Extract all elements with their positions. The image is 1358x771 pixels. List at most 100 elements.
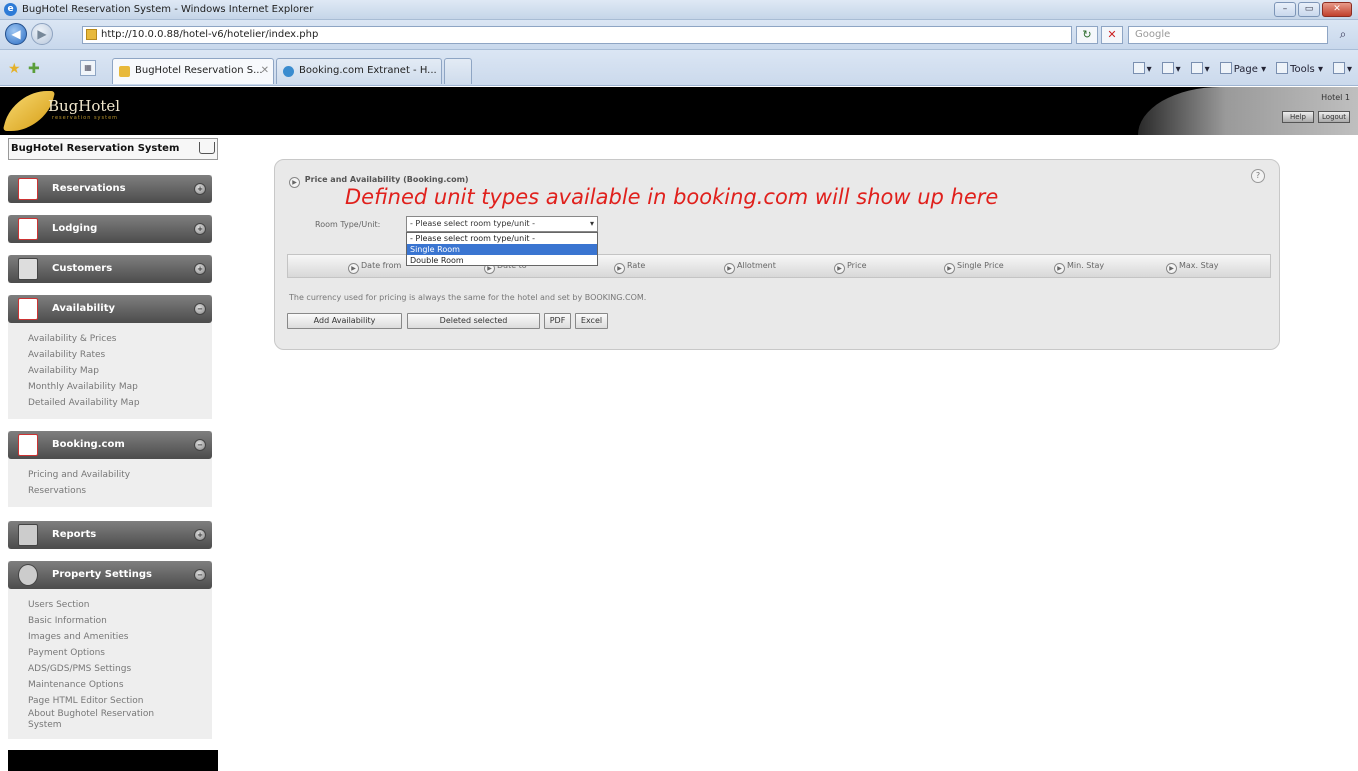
link-availability-prices[interactable]: Availability & Prices (28, 331, 212, 347)
minimize-button[interactable]: – (1274, 2, 1296, 17)
stop-button[interactable]: ✕ (1101, 26, 1123, 44)
url-text: http://10.0.0.88/hotel-v6/hotelier/index… (101, 29, 319, 40)
collapse-toggle-icon[interactable]: − (194, 303, 206, 315)
tab-booking-extranet[interactable]: Booking.com Extranet - H... (276, 58, 442, 84)
menu-label: Lodging (52, 223, 98, 234)
price-availability-panel: ▶ Price and Availability (Booking.com) ?… (274, 159, 1280, 350)
new-tab-button[interactable] (444, 58, 472, 84)
currency-note: The currency used for pricing is always … (289, 293, 647, 302)
menu-availability: Availability − Availability & Prices Ava… (8, 295, 212, 419)
availability-links: Availability & Prices Availability Rates… (8, 323, 212, 419)
forward-button[interactable]: ▶ (31, 23, 53, 45)
menu-head-reservations[interactable]: Reservations + (8, 175, 212, 203)
annotation-text: Defined unit types available in booking.… (345, 185, 999, 209)
link-monthly-availability-map[interactable]: Monthly Availability Map (28, 379, 212, 395)
lodging-icon (18, 218, 38, 240)
expand-toggle-icon[interactable]: + (194, 529, 206, 541)
link-maintenance-options[interactable]: Maintenance Options (28, 677, 212, 693)
room-type-label: Room Type/Unit: (315, 220, 381, 229)
back-button[interactable]: ◀ (5, 23, 27, 45)
tools-menu[interactable]: Tools ▾ (1276, 62, 1323, 75)
link-detailed-availability-map[interactable]: Detailed Availability Map (28, 395, 212, 411)
internet-explorer-icon: e (4, 3, 17, 16)
link-about[interactable]: About Bughotel Reservation System (28, 709, 178, 731)
window-title: BugHotel Reservation System - Windows In… (22, 4, 314, 15)
menu-head-availability[interactable]: Availability − (8, 295, 212, 323)
col-date-from[interactable]: ▶ Date from (348, 261, 401, 274)
pdf-button[interactable]: PDF (544, 313, 571, 329)
col-single-price[interactable]: ▶ Single Price (944, 261, 1004, 274)
bughotel-favicon-icon (119, 66, 130, 77)
expand-toggle-icon[interactable]: + (194, 263, 206, 275)
feeds-button[interactable]: ▾ (1161, 62, 1181, 75)
col-max-stay[interactable]: ▶ Max. Stay (1166, 261, 1218, 274)
link-ads-gds-pms-settings[interactable]: ADS/GDS/PMS Settings (28, 661, 212, 677)
expand-toggle-icon[interactable]: + (194, 183, 206, 195)
link-images-amenities[interactable]: Images and Amenities (28, 629, 212, 645)
expand-toggle-icon[interactable]: + (194, 223, 206, 235)
search-icon[interactable]: ⌕ (1332, 26, 1354, 44)
menu-reservations: Reservations + (8, 175, 212, 203)
col-price[interactable]: ▶ Price (834, 261, 867, 274)
tab-bughotel[interactable]: BugHotel Reservation S... ✕ (112, 58, 274, 84)
link-basic-information[interactable]: Basic Information (28, 613, 212, 629)
menu-label: Reports (52, 529, 97, 540)
collapse-panel-icon[interactable]: ▶ (289, 177, 300, 188)
add-favorites-icon[interactable]: ✚ (28, 61, 40, 77)
collapse-toggle-icon[interactable]: − (194, 569, 206, 581)
search-input[interactable]: Google (1128, 26, 1328, 44)
dropdown-option[interactable]: - Please select room type/unit - (407, 233, 597, 244)
link-page-html-editor[interactable]: Page HTML Editor Section (28, 693, 212, 709)
help-icon[interactable]: ? (1251, 169, 1265, 183)
url-field[interactable]: http://10.0.0.88/hotel-v6/hotelier/index… (82, 26, 1072, 44)
menu-head-reports[interactable]: Reports + (8, 521, 212, 549)
delete-selected-button[interactable]: Deleted selected (407, 313, 540, 329)
col-allotment[interactable]: ▶ Allotment (724, 261, 776, 274)
link-pricing-availability[interactable]: Pricing and Availability (28, 467, 212, 483)
maximize-button[interactable]: ▭ (1298, 2, 1320, 17)
room-type-dropdown-list: - Please select room type/unit - Single … (406, 232, 598, 266)
col-rate[interactable]: ▶ Rate (614, 261, 645, 274)
help-menu[interactable]: ▾ (1332, 62, 1352, 75)
close-window-button[interactable]: ✕ (1322, 2, 1352, 17)
help-icon (1332, 62, 1345, 74)
menu-label: Booking.com (52, 439, 125, 450)
menu-head-booking-com[interactable]: Booking.com − (8, 431, 212, 459)
excel-button[interactable]: Excel (575, 313, 608, 329)
quick-tabs-button[interactable]: ▦ (80, 60, 96, 76)
link-availability-map[interactable]: Availability Map (28, 363, 212, 379)
link-payment-options[interactable]: Payment Options (28, 645, 212, 661)
menu-property-settings: Property Settings − Users Section Basic … (8, 561, 212, 739)
menu-head-customers[interactable]: Customers + (8, 255, 212, 283)
help-button[interactable]: Help (1282, 111, 1314, 123)
close-tab-icon[interactable]: ✕ (261, 59, 269, 83)
link-availability-rates[interactable]: Availability Rates (28, 347, 212, 363)
app-header: BugHotel reservation system Hotel 1 Help… (0, 87, 1358, 135)
print-icon (1190, 62, 1203, 74)
home-button[interactable]: ▾ (1132, 62, 1152, 75)
hotel-label: Hotel 1 (1321, 93, 1350, 102)
logo-subtitle: reservation system (52, 115, 119, 121)
menu-booking-com: Booking.com − Pricing and Availability R… (8, 431, 212, 507)
add-availability-button[interactable]: Add Availability (287, 313, 402, 329)
dropdown-option[interactable]: Double Room (407, 255, 597, 266)
bughotel-logo[interactable]: BugHotel reservation system (2, 87, 214, 135)
header-buttons: Help Logout (1282, 111, 1350, 123)
menu-head-property-settings[interactable]: Property Settings − (8, 561, 212, 589)
favorites-star-icon[interactable]: ★ (8, 61, 21, 77)
print-button[interactable]: ▾ (1190, 62, 1210, 75)
collapse-toggle-icon[interactable]: − (194, 439, 206, 451)
customers-icon (18, 258, 38, 280)
page-menu[interactable]: Page ▾ (1219, 62, 1266, 75)
link-booking-reservations[interactable]: Reservations (28, 483, 212, 499)
window-titlebar: e BugHotel Reservation System - Windows … (0, 0, 1358, 20)
cart-icon (199, 142, 215, 154)
col-min-stay[interactable]: ▶ Min. Stay (1054, 261, 1104, 274)
logout-button[interactable]: Logout (1318, 111, 1350, 123)
link-users-section[interactable]: Users Section (28, 597, 212, 613)
room-type-select[interactable]: - Please select room type/unit - ▾ (406, 216, 598, 232)
refresh-button[interactable]: ↻ (1076, 26, 1098, 44)
dropdown-option-highlighted[interactable]: Single Room (407, 244, 597, 255)
tab-label: Booking.com Extranet - H... (299, 65, 437, 76)
menu-head-lodging[interactable]: Lodging + (8, 215, 212, 243)
